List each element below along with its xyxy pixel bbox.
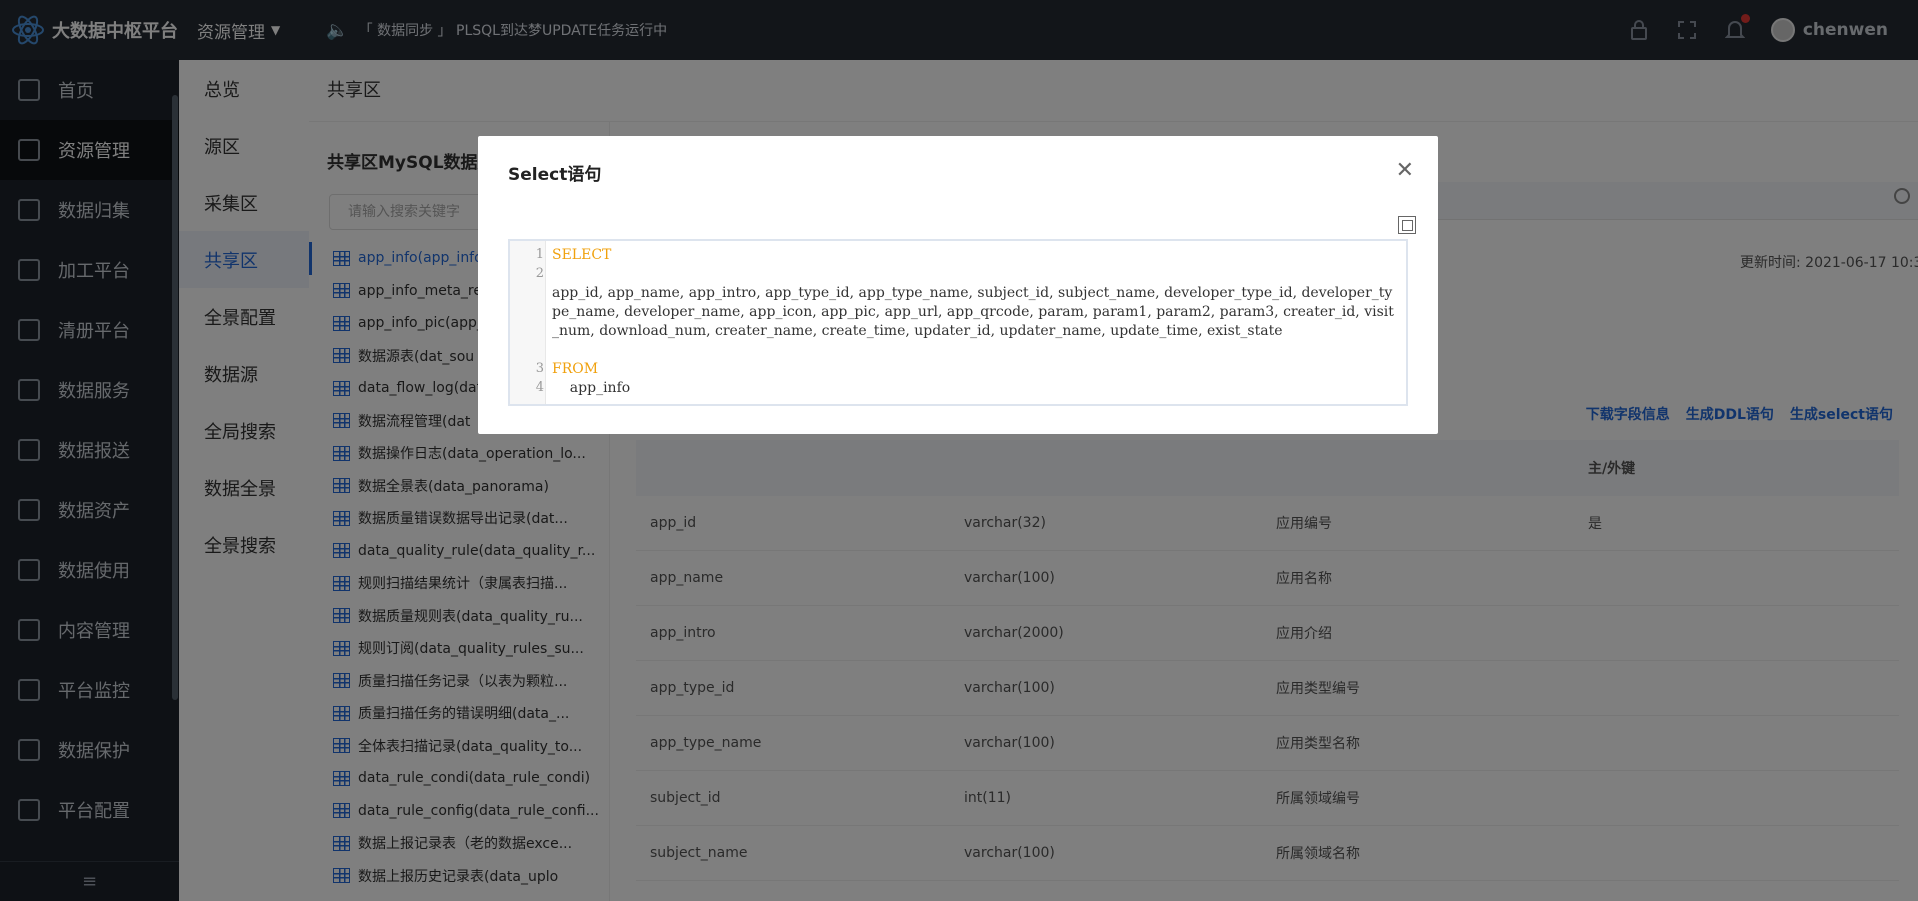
code-line-columns: app_id, app_name, app_intro, app_type_id… bbox=[552, 285, 1394, 339]
close-icon[interactable]: ✕ bbox=[1396, 158, 1414, 183]
code-line-select: SELECT bbox=[552, 247, 612, 263]
line-number: 1 bbox=[535, 247, 544, 262]
sql-code-editor[interactable]: 1 2 3 4 SELECT app_id, app_name, app_int… bbox=[508, 239, 1408, 406]
select-statement-dialog: Select语句 ✕ 1 2 3 4 SELECT app_id, app_na… bbox=[478, 136, 1438, 434]
dialog-title: Select语句 bbox=[508, 165, 602, 185]
line-number: 3 bbox=[535, 361, 544, 376]
copy-icon[interactable] bbox=[1398, 216, 1416, 234]
line-number: 4 bbox=[535, 380, 544, 395]
code-line-table: app_info bbox=[552, 380, 631, 396]
code-line-from: FROM bbox=[552, 361, 599, 377]
line-number: 2 bbox=[535, 266, 544, 281]
